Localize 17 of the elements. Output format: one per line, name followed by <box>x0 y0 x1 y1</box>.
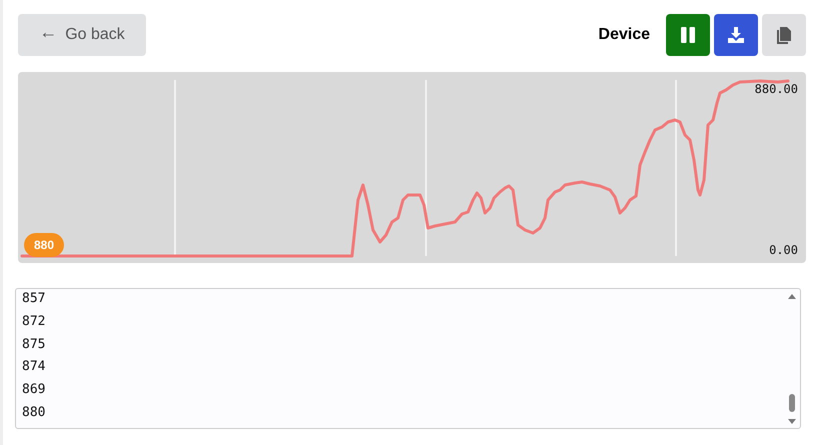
min-value-label: 0.00 <box>769 243 798 257</box>
log-line: 880 <box>22 404 46 422</box>
log-line: 869 <box>22 381 46 400</box>
current-value-badge: 880 <box>24 233 64 257</box>
log-line: 875 <box>22 336 46 354</box>
device-label: Device <box>598 26 650 44</box>
pause-button[interactable] <box>666 14 710 56</box>
log-line: 874 <box>22 358 46 376</box>
copy-icon <box>777 26 791 44</box>
download-icon <box>728 27 744 43</box>
copy-button[interactable] <box>762 14 806 56</box>
pause-icon <box>681 27 695 43</box>
log-line: 857 <box>22 290 46 308</box>
back-button[interactable]: ← Go back <box>18 14 146 56</box>
download-button[interactable] <box>714 14 758 56</box>
max-value-label: 880.00 <box>754 82 798 96</box>
log-line: 872 <box>22 312 46 331</box>
